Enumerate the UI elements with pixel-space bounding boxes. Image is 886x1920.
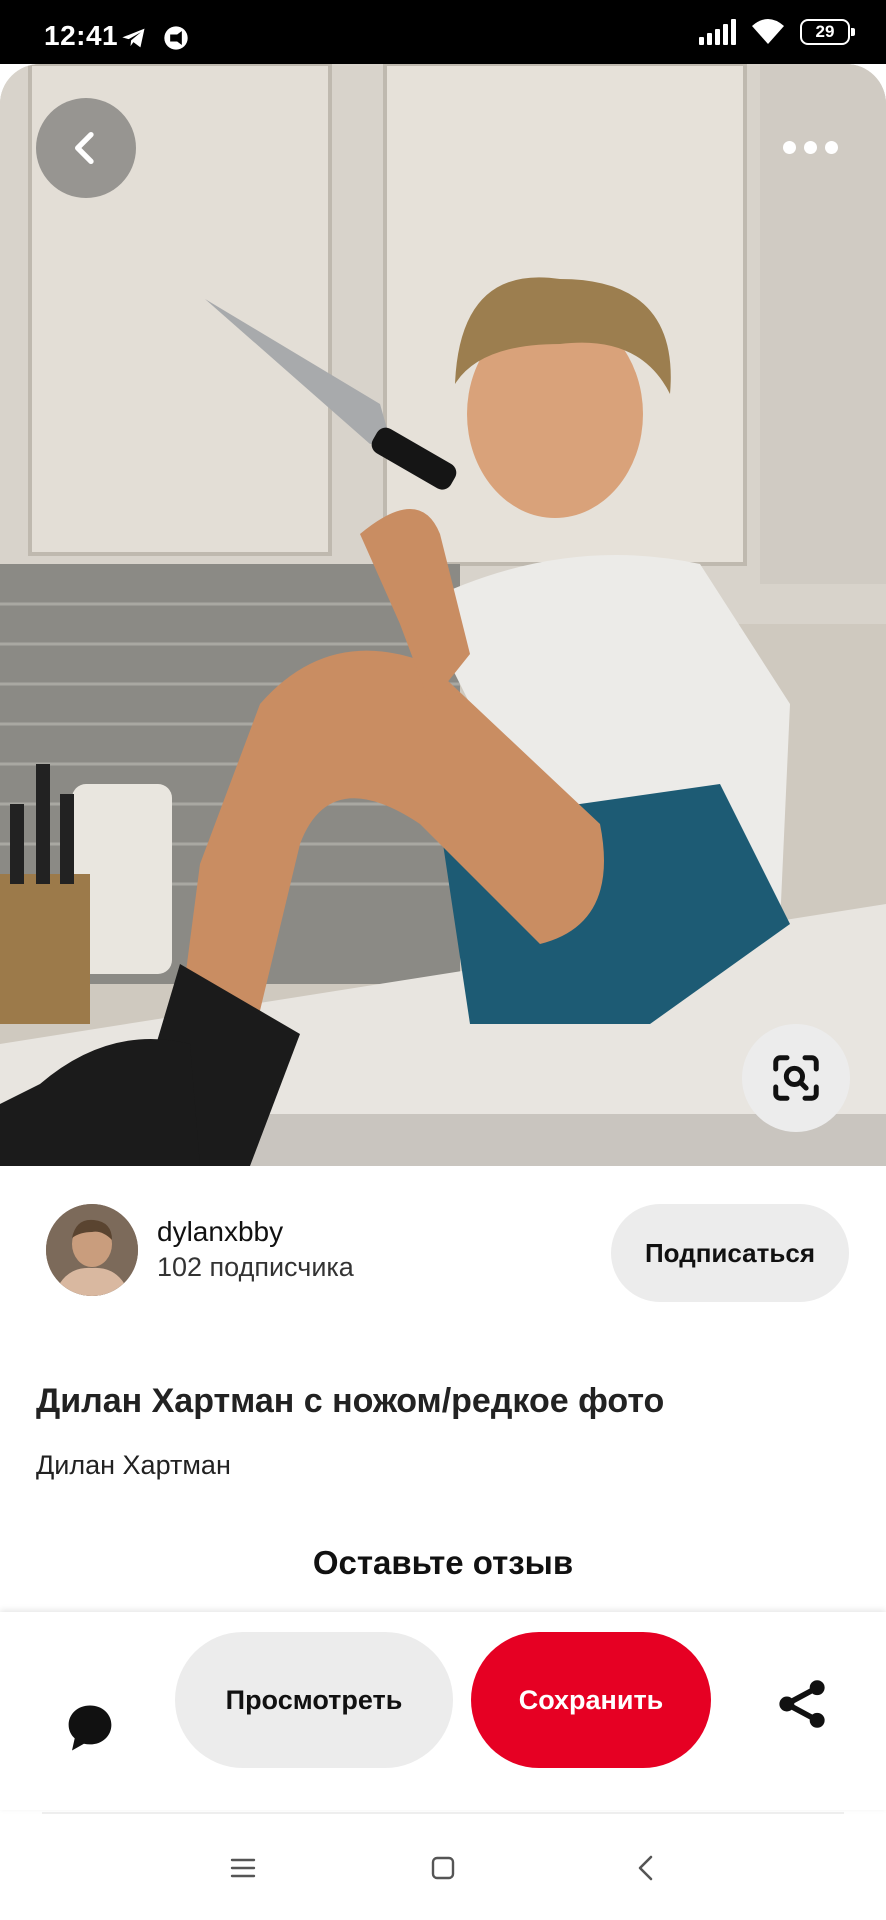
view-button[interactable]: Просмотреть bbox=[175, 1632, 453, 1768]
pin-image[interactable] bbox=[0, 64, 886, 1166]
visual-search-icon bbox=[773, 1055, 819, 1101]
back-button[interactable] bbox=[36, 98, 136, 198]
action-bar: Просмотреть Сохранить bbox=[0, 1612, 886, 1810]
review-heading: Оставьте отзыв bbox=[312, 1544, 574, 1581]
signal-icon bbox=[699, 19, 736, 45]
status-bar: 12:41 29 bbox=[0, 0, 886, 64]
notification-icon bbox=[164, 26, 188, 50]
battery-level: 29 bbox=[815, 22, 835, 41]
system-nav-bar bbox=[0, 1814, 886, 1920]
battery-icon: 29 bbox=[800, 19, 855, 45]
home-icon bbox=[431, 1856, 455, 1880]
home-button[interactable] bbox=[423, 1848, 463, 1888]
status-time: 12:41 bbox=[44, 20, 119, 51]
creator-row: dylanxbby 102 подписчика Подписаться bbox=[0, 1166, 886, 1316]
avatar-image bbox=[46, 1204, 138, 1296]
status-right-icons: 29 bbox=[699, 18, 855, 46]
chevron-left-icon bbox=[75, 132, 94, 164]
visual-search-button[interactable] bbox=[742, 1024, 850, 1132]
nav-back-button[interactable] bbox=[626, 1848, 666, 1888]
creator-name[interactable]: dylanxbby bbox=[157, 1216, 283, 1248]
back-icon bbox=[638, 1855, 653, 1881]
telegram-icon bbox=[122, 28, 145, 48]
comment-button[interactable] bbox=[58, 1696, 122, 1760]
avatar[interactable] bbox=[46, 1204, 138, 1296]
menu-icon bbox=[230, 1858, 256, 1878]
pin-title: Дилан Хартман с ножом/редкое фото bbox=[36, 1382, 665, 1420]
follow-button[interactable]: Подписаться bbox=[611, 1204, 849, 1302]
menu-button[interactable] bbox=[223, 1848, 263, 1888]
share-icon bbox=[779, 1680, 825, 1728]
pin-photo bbox=[0, 64, 886, 1166]
status-left-icons bbox=[120, 24, 190, 52]
more-options-button[interactable] bbox=[770, 114, 850, 180]
comment-bubble-icon bbox=[68, 1705, 112, 1751]
more-horizontal-icon bbox=[782, 140, 796, 154]
pin-subtitle[interactable]: Дилан Хартман bbox=[36, 1450, 231, 1481]
wifi-icon bbox=[752, 19, 784, 44]
save-button[interactable]: Сохранить bbox=[471, 1632, 711, 1768]
creator-followers: 102 подписчика bbox=[157, 1252, 354, 1282]
share-button[interactable] bbox=[770, 1672, 834, 1736]
